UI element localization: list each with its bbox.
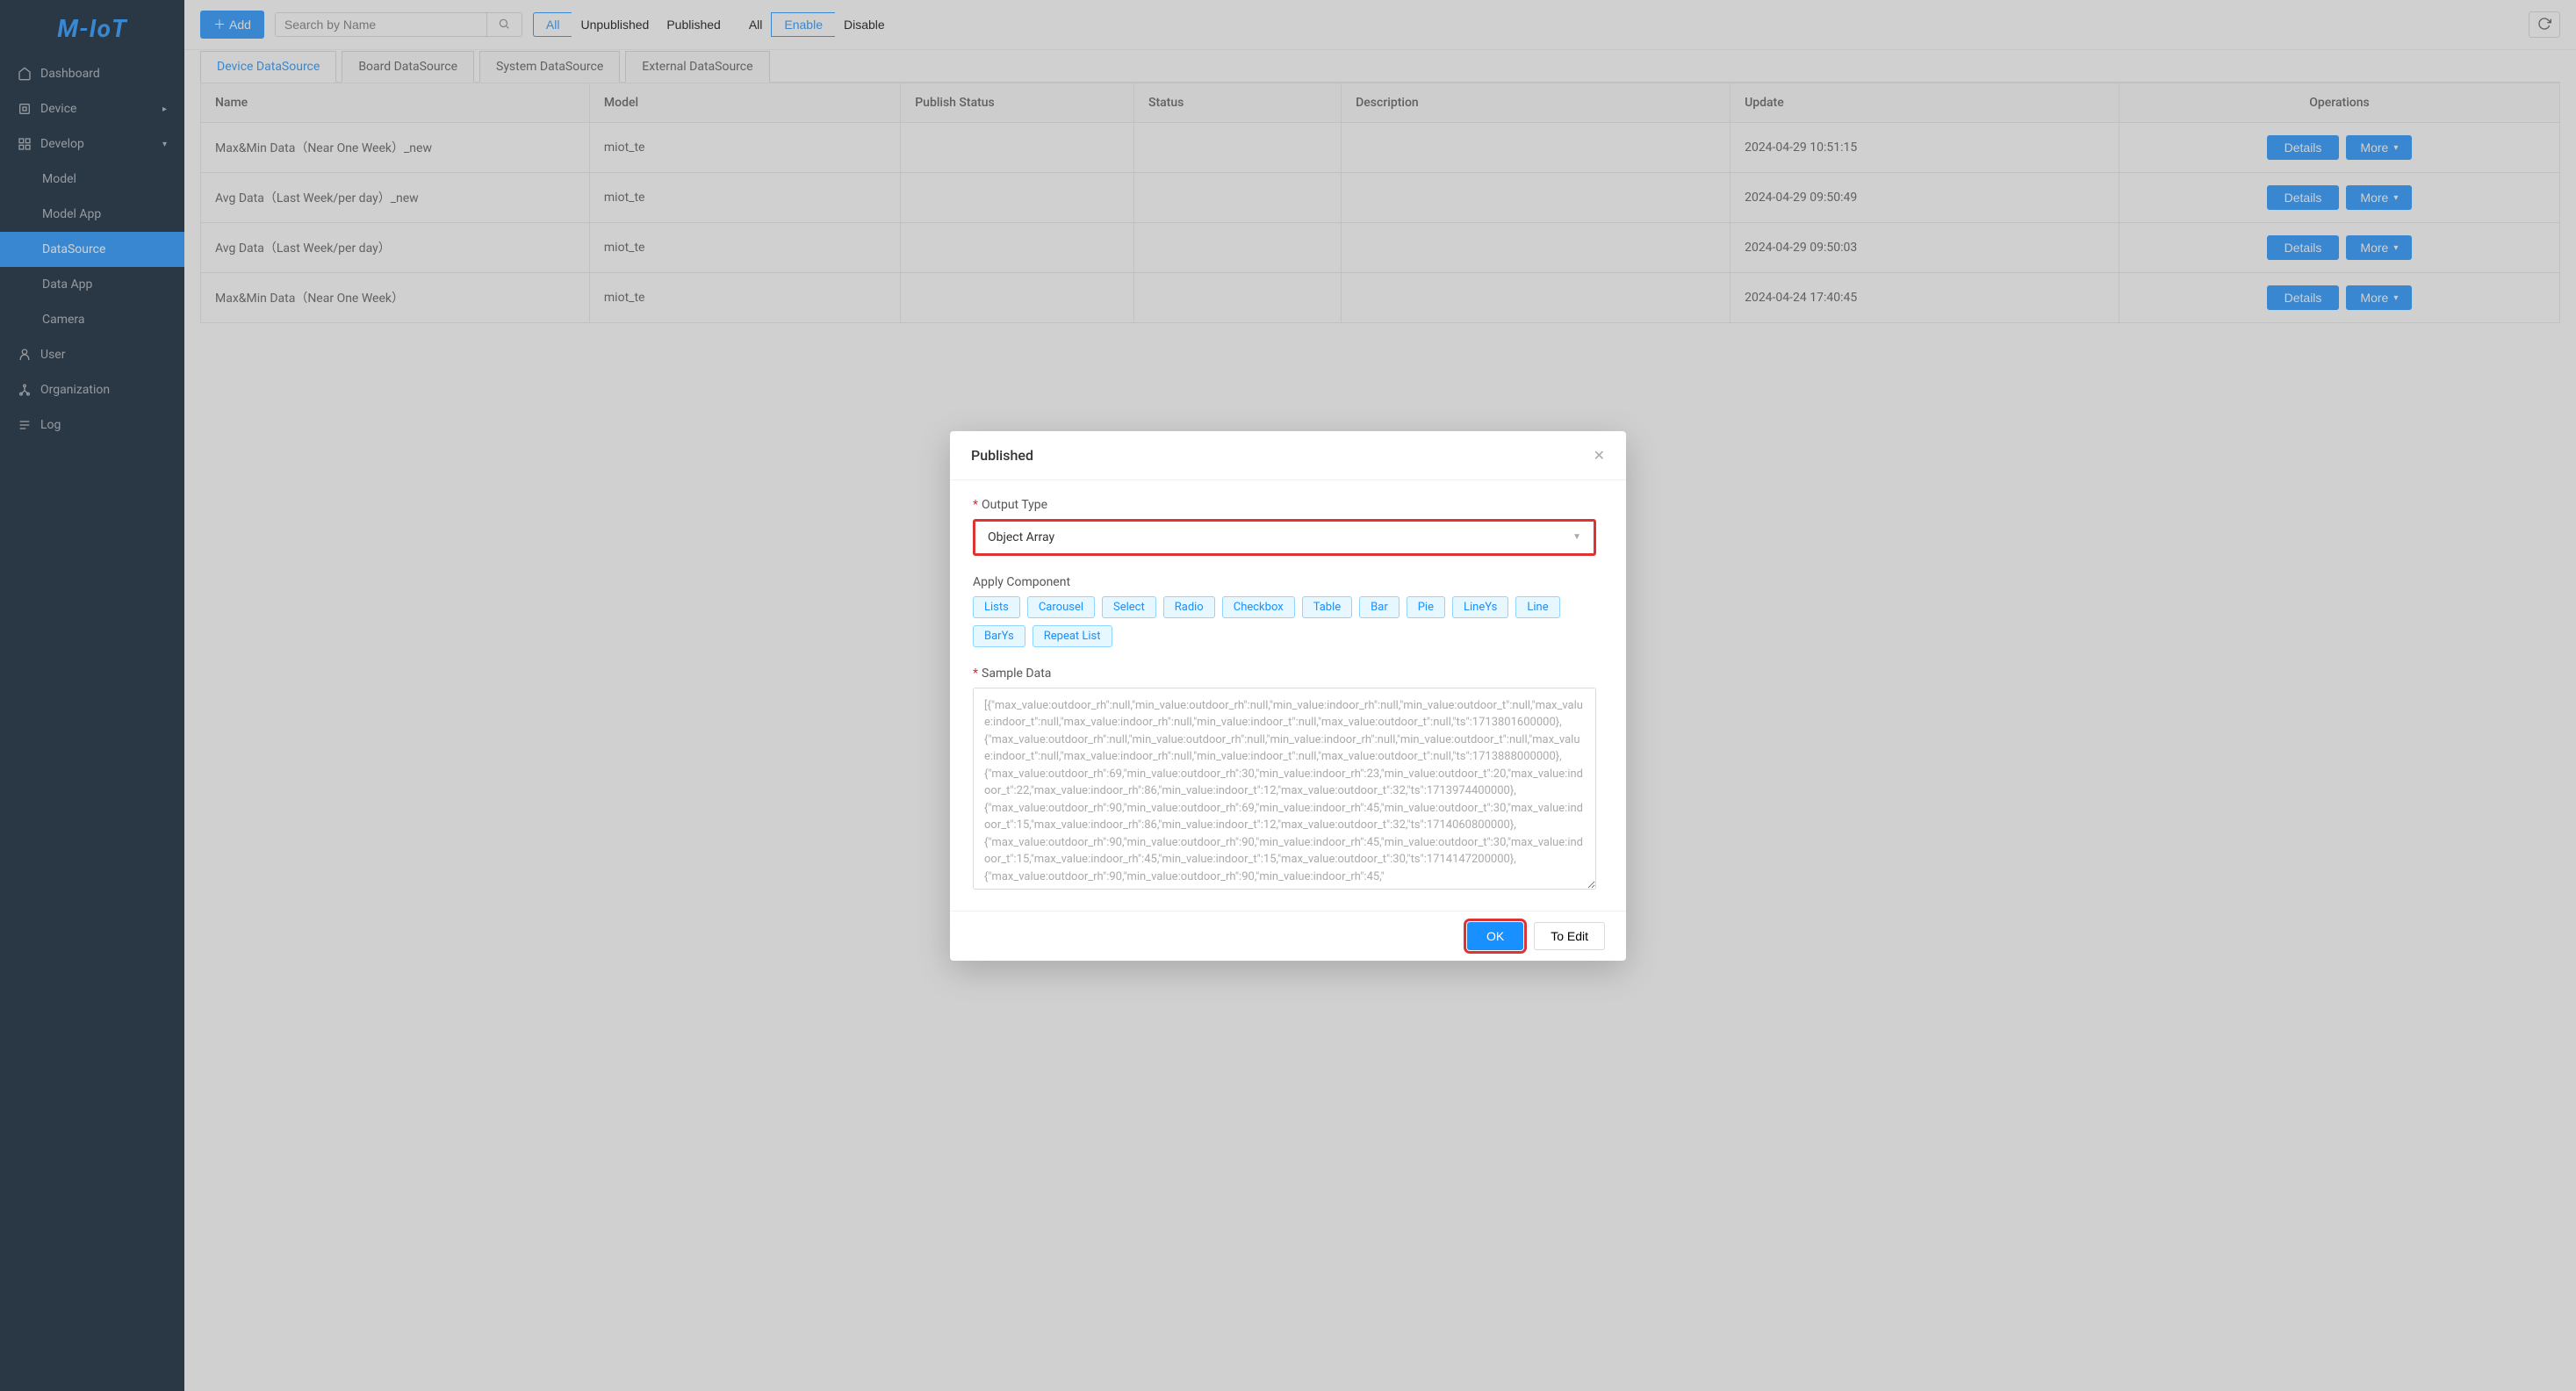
component-tag-radio[interactable]: Radio: [1163, 596, 1215, 618]
output-type-value: Object Array: [988, 530, 1054, 544]
component-tag-carousel[interactable]: Carousel: [1027, 596, 1095, 618]
apply-component-label: Apply Component: [973, 575, 1596, 589]
output-type-label: *Output Type: [973, 498, 1596, 512]
chevron-down-icon: ▼: [1572, 532, 1581, 542]
modal-body: *Output Type Object Array ▼ Apply Compon…: [950, 480, 1626, 911]
component-tag-bar[interactable]: Bar: [1359, 596, 1400, 618]
component-tag-checkbox[interactable]: Checkbox: [1222, 596, 1295, 618]
output-type-select[interactable]: Object Array ▼: [973, 519, 1596, 556]
apply-component-field: Apply Component Lists Carousel Select Radio…: [973, 575, 1596, 647]
modal-header: Published ✕: [950, 431, 1626, 480]
sample-data-textarea[interactable]: [973, 688, 1596, 890]
modal-close-button[interactable]: ✕: [1594, 447, 1605, 464]
component-tag-lineys[interactable]: LineYs: [1452, 596, 1508, 618]
component-tag-select[interactable]: Select: [1102, 596, 1156, 618]
modal-title: Published: [971, 447, 1033, 464]
component-tag-table[interactable]: Table: [1302, 596, 1352, 618]
modal-footer: OK To Edit: [950, 911, 1626, 961]
ok-button[interactable]: OK: [1467, 922, 1523, 950]
published-modal: Published ✕ *Output Type Object Array ▼ …: [950, 431, 1626, 961]
component-tag-repeat-list[interactable]: Repeat List: [1033, 625, 1112, 647]
modal-overlay: Published ✕ *Output Type Object Array ▼ …: [0, 0, 2576, 1391]
component-tags: Lists Carousel Select Radio Checkbox Table Bar…: [973, 596, 1596, 647]
close-icon: ✕: [1594, 447, 1605, 464]
component-tag-line[interactable]: Line: [1515, 596, 1559, 618]
component-tag-pie[interactable]: Pie: [1407, 596, 1445, 618]
to-edit-button[interactable]: To Edit: [1534, 922, 1605, 950]
sample-data-label: *Sample Data: [973, 667, 1596, 681]
sample-data-field: *Sample Data: [973, 667, 1596, 893]
component-tag-lists[interactable]: Lists: [973, 596, 1020, 618]
component-tag-barys[interactable]: BarYs: [973, 625, 1025, 647]
output-type-field: *Output Type Object Array ▼: [973, 498, 1596, 556]
